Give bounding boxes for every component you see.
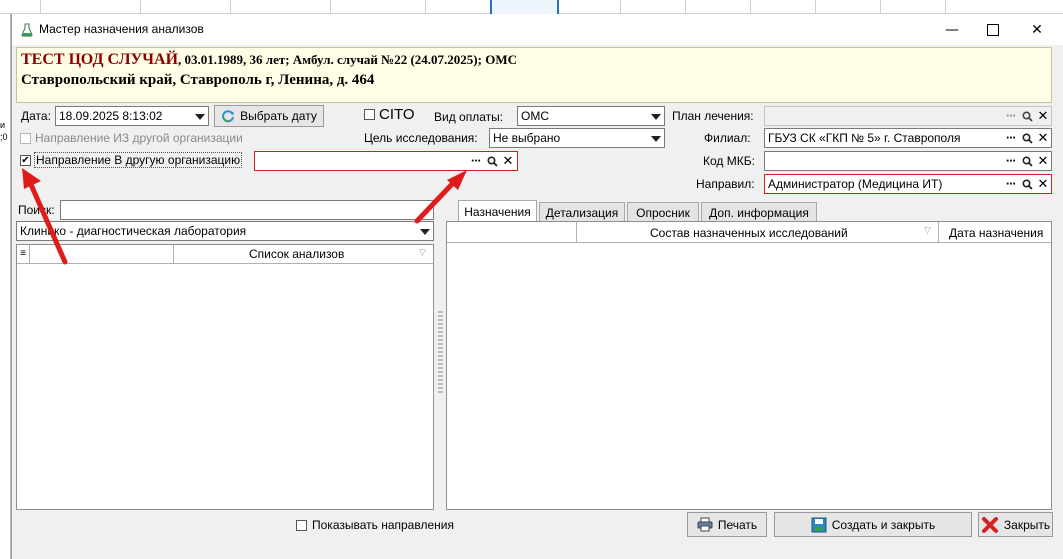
annotation-arrow-field (414, 170, 467, 224)
annotation-arrow-checkbox (22, 168, 68, 265)
annotation-overlay (22, 168, 467, 265)
